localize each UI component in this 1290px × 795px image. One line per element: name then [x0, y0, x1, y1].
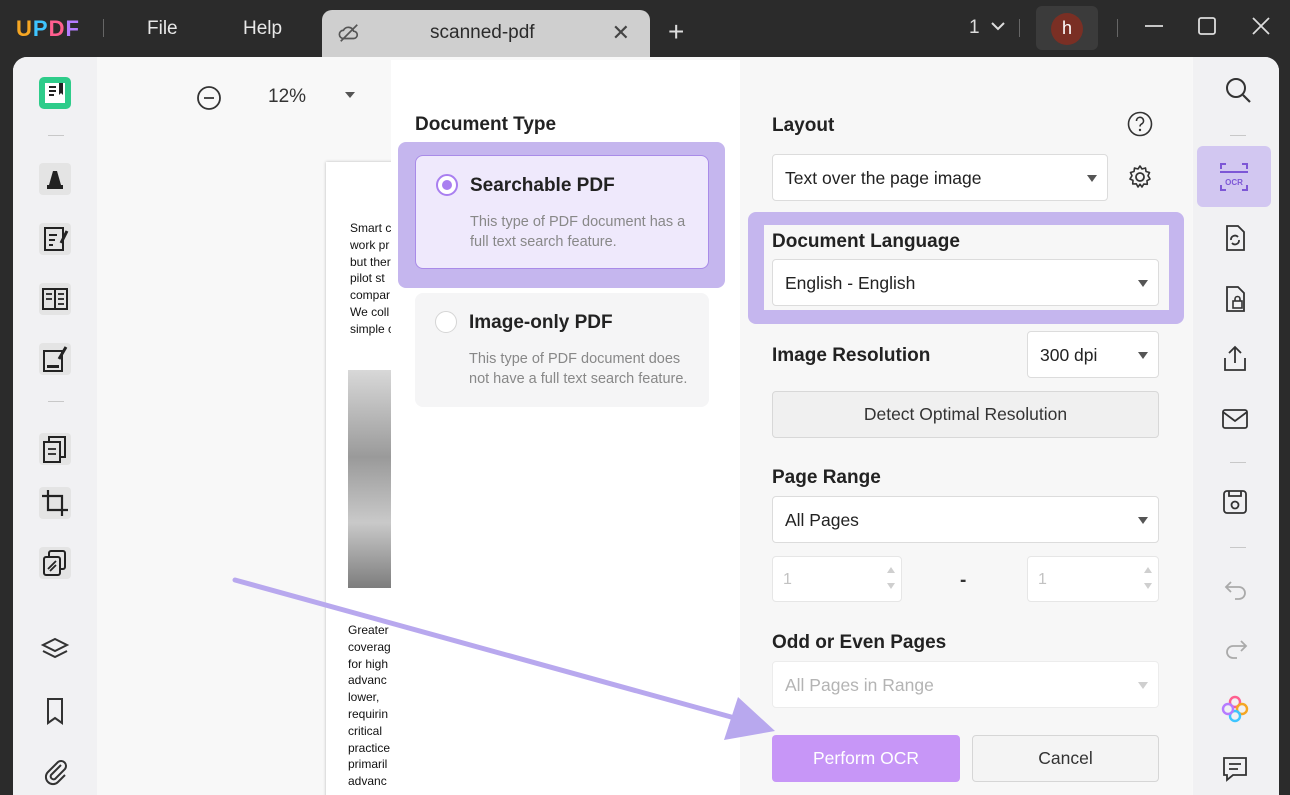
ocr-icon: OCR	[1220, 163, 1248, 191]
stepper-down-icon[interactable]	[887, 583, 895, 589]
save-icon[interactable]	[1220, 487, 1250, 517]
toolbar-divider	[48, 135, 64, 136]
new-tab-icon[interactable]: +	[668, 16, 684, 48]
option-searchable-pdf[interactable]: Searchable PDF This type of PDF document…	[415, 155, 709, 269]
attachment-icon[interactable]	[37, 753, 73, 789]
convert-icon[interactable]	[1220, 223, 1250, 253]
dropdown-caret-icon	[1138, 517, 1148, 524]
search-icon[interactable]	[1223, 75, 1253, 105]
highlighter-icon[interactable]	[37, 161, 73, 197]
toolbar-divider	[1230, 547, 1246, 548]
language-title: Document Language	[772, 231, 960, 252]
protect-icon[interactable]	[1220, 284, 1250, 314]
stepper-up-icon[interactable]	[887, 567, 895, 573]
option-label: Searchable PDF	[470, 175, 615, 196]
ai-icon[interactable]	[1220, 694, 1250, 724]
minimize-icon[interactable]	[1142, 14, 1166, 38]
title-divider	[1019, 19, 1020, 37]
edit-pdf-icon[interactable]	[37, 221, 73, 257]
sign-edit-icon[interactable]	[37, 341, 73, 377]
stepper-up-icon[interactable]	[1144, 567, 1152, 573]
zoom-out-icon[interactable]	[196, 85, 222, 111]
dropdown-caret-icon	[1138, 352, 1148, 359]
tab-title: scanned-pdf	[430, 22, 535, 43]
menu-help[interactable]: Help	[243, 18, 282, 40]
layout-title: Layout	[772, 115, 835, 136]
layout-select[interactable]: Text over the page image	[772, 154, 1108, 201]
document-tab[interactable]: scanned-pdf ✕	[322, 10, 650, 57]
left-toolbar	[13, 57, 97, 795]
undo-icon[interactable]	[1222, 576, 1250, 604]
redo-icon[interactable]	[1222, 635, 1250, 663]
detect-resolution-button[interactable]: Detect Optimal Resolution	[772, 391, 1159, 438]
doc-image	[348, 370, 396, 588]
close-window-icon[interactable]	[1249, 14, 1273, 38]
email-icon[interactable]	[1220, 404, 1250, 434]
perform-ocr-button[interactable]: Perform OCR	[772, 735, 960, 782]
ocr-tool-active[interactable]: OCR	[1197, 146, 1271, 207]
page-to-stepper[interactable]: 1	[1027, 556, 1159, 602]
page-range-select[interactable]: All Pages	[772, 496, 1159, 543]
cancel-button[interactable]: Cancel	[972, 735, 1159, 782]
main-area: 12% Smart c work pr but ther pilot st co…	[13, 57, 1279, 795]
gear-icon[interactable]	[1126, 163, 1154, 191]
layers-icon[interactable]	[37, 632, 73, 668]
help-icon[interactable]	[1127, 111, 1153, 137]
odd-even-select[interactable]: All Pages in Range	[772, 661, 1159, 708]
resolution-select[interactable]: 300 dpi	[1027, 331, 1159, 378]
page-from-stepper[interactable]: 1	[772, 556, 902, 602]
title-divider	[103, 19, 104, 37]
reader-icon[interactable]	[37, 75, 73, 111]
title-divider	[1117, 19, 1118, 37]
option-description: This type of PDF document has a full tex…	[470, 214, 686, 250]
option-description: This type of PDF document does not have …	[469, 351, 688, 387]
share-icon[interactable]	[1220, 344, 1250, 374]
resolution-title: Image Resolution	[772, 345, 931, 366]
menu-file[interactable]: File	[147, 18, 178, 40]
cloud-off-icon	[338, 24, 359, 42]
option-image-only-pdf[interactable]: Image-only PDF This type of PDF document…	[415, 293, 709, 407]
toolbar-divider	[48, 401, 64, 402]
svg-text:OCR: OCR	[1225, 178, 1243, 187]
close-tab-icon[interactable]: ✕	[612, 20, 630, 46]
dropdown-caret-icon	[1138, 682, 1148, 689]
document-type-title: Document Type	[415, 114, 557, 135]
form-icon[interactable]	[37, 281, 73, 317]
bookmark-icon[interactable]	[37, 693, 73, 729]
dropdown-caret-icon	[1087, 175, 1097, 182]
app-logo: UPDF	[16, 16, 80, 41]
dropdown-caret-icon	[1138, 280, 1148, 287]
user-menu[interactable]: h	[1036, 6, 1098, 50]
radio-selected[interactable]	[436, 174, 458, 196]
odd-even-title: Odd or Even Pages	[772, 632, 947, 653]
page-count: 1	[969, 17, 980, 38]
chevron-down-icon[interactable]	[988, 16, 1008, 36]
range-separator: -	[960, 570, 967, 591]
batch-icon[interactable]	[37, 545, 73, 581]
radio-unselected[interactable]	[435, 311, 457, 333]
zoom-level[interactable]: 12%	[268, 86, 306, 108]
organize-pages-icon[interactable]	[37, 431, 73, 467]
comment-icon[interactable]	[1220, 754, 1250, 784]
crop-icon[interactable]	[37, 485, 73, 521]
toolbar-divider	[1230, 135, 1246, 136]
language-select[interactable]: English - English	[772, 259, 1159, 306]
toolbar-divider	[1230, 462, 1246, 463]
page-range-title: Page Range	[772, 467, 881, 488]
title-bar: UPDF File Help scanned-pdf ✕ + 1 h	[0, 0, 1290, 57]
maximize-icon[interactable]	[1195, 14, 1219, 38]
avatar: h	[1051, 13, 1083, 45]
document-page: Smart c work pr but ther pilot st compar…	[326, 162, 396, 795]
zoom-dropdown-icon[interactable]	[344, 90, 356, 100]
option-label: Image-only PDF	[469, 312, 613, 333]
doc-text-block: Smart c work pr but ther pilot st compar…	[350, 221, 395, 336]
stepper-down-icon[interactable]	[1144, 583, 1152, 589]
doc-text-block: Greater coverag for high advanc lower, r…	[348, 623, 391, 789]
